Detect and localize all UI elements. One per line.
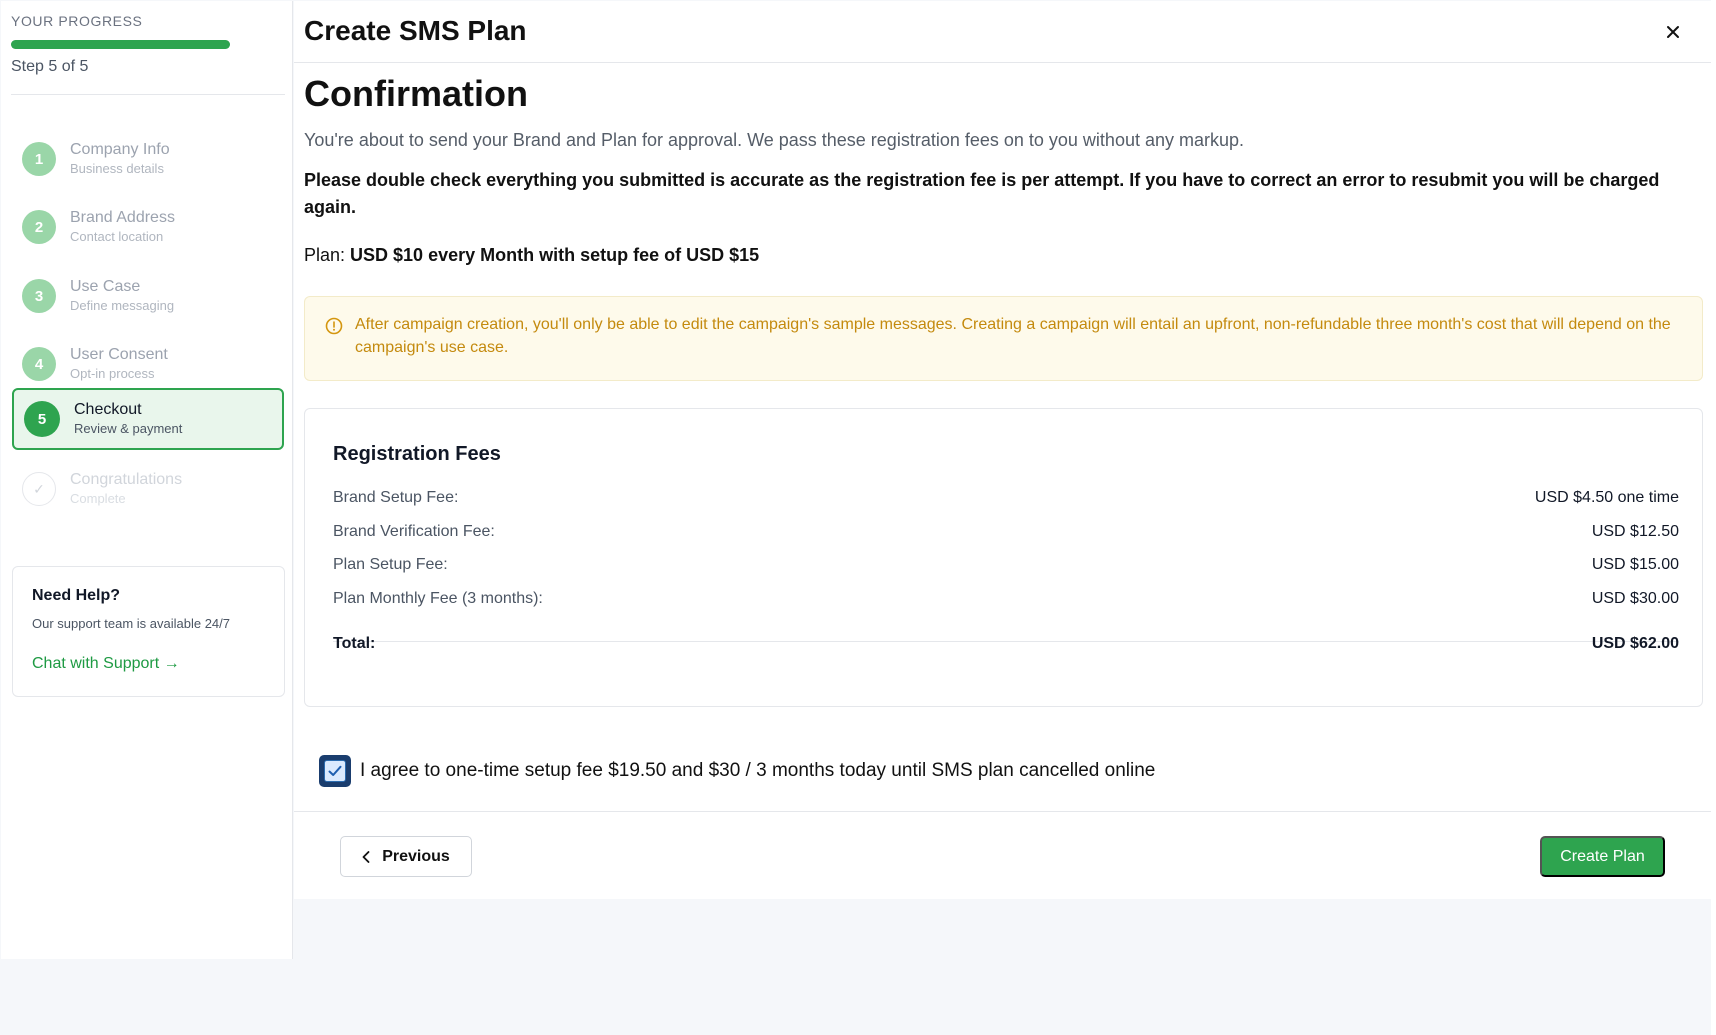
step-subtitle: Complete bbox=[70, 491, 126, 506]
previous-button[interactable]: Previous bbox=[340, 836, 472, 877]
previous-label: Previous bbox=[382, 847, 450, 865]
step-subtitle: Opt-in process bbox=[70, 366, 155, 381]
plan-summary: Plan: USD $10 every Month with setup fee… bbox=[304, 245, 759, 266]
progress-sidebar: YOUR PROGRESS Step 5 of 5 1 Company Info… bbox=[1, 1, 293, 959]
registration-fees-card: Registration Fees Brand Setup Fee: USD $… bbox=[304, 408, 1703, 707]
checkmark-icon bbox=[328, 765, 342, 776]
agreement-text[interactable]: I agree to one-time setup fee $19.50 and… bbox=[360, 760, 1155, 782]
step-congratulations: ✓ Congratulations Complete bbox=[12, 458, 284, 520]
fee-value: USD $4.50 one time bbox=[1534, 489, 1679, 506]
close-icon bbox=[1667, 26, 1679, 38]
step-number: 3 bbox=[22, 279, 56, 313]
step-subtitle: Review & payment bbox=[74, 421, 183, 436]
fee-total-row: Total: USD $62.00 bbox=[333, 633, 1679, 655]
plan-value: USD $10 every Month with setup fee of US… bbox=[350, 245, 760, 265]
progress-bar-fill bbox=[11, 40, 230, 49]
help-card: Need Help? Our support team is available… bbox=[12, 566, 285, 697]
step-user-consent[interactable]: 4 User Consent Opt-in process bbox=[12, 333, 284, 395]
step-number: 5 bbox=[24, 401, 60, 437]
fees-title: Registration Fees bbox=[333, 443, 501, 465]
step-title: User Consent bbox=[70, 346, 168, 363]
fee-value: USD $30.00 bbox=[1591, 590, 1679, 607]
help-title: Need Help? bbox=[32, 587, 121, 604]
agreement-checkbox[interactable] bbox=[319, 755, 351, 787]
fee-value: USD $12.50 bbox=[1591, 523, 1679, 540]
help-text: Our support team is available 24/7 bbox=[32, 616, 230, 631]
info-circle-icon bbox=[325, 317, 343, 335]
step-brand-address[interactable]: 2 Brand Address Contact location bbox=[12, 196, 284, 258]
step-number: 1 bbox=[22, 142, 56, 176]
alert-text: After campaign creation, you'll only be … bbox=[355, 316, 1671, 356]
modal-title: Create SMS Plan bbox=[304, 15, 527, 46]
plan-label: Plan: bbox=[304, 245, 351, 265]
step-title: Company Info bbox=[70, 141, 170, 158]
total-label: Total: bbox=[333, 635, 376, 652]
fee-label: Brand Setup Fee: bbox=[333, 489, 459, 506]
step-title: Use Case bbox=[70, 278, 141, 295]
fee-row: Plan Setup Fee: USD $15.00 bbox=[333, 554, 1679, 576]
step-use-case[interactable]: 3 Use Case Define messaging bbox=[12, 265, 284, 327]
modal-footer: Previous Create Plan bbox=[294, 811, 1711, 899]
modal-header: Create SMS Plan bbox=[294, 1, 1711, 63]
step-title: Congratulations bbox=[70, 471, 183, 488]
step-title: Brand Address bbox=[70, 209, 175, 226]
fee-row: Brand Setup Fee: USD $4.50 one time bbox=[333, 487, 1679, 509]
fee-label: Plan Monthly Fee (3 months): bbox=[333, 590, 543, 607]
fee-row: Brand Verification Fee: USD $12.50 bbox=[333, 521, 1679, 543]
intro-text: You're about to send your Brand and Plan… bbox=[304, 130, 1245, 150]
step-subtitle: Business details bbox=[70, 161, 164, 176]
step-subtitle: Define messaging bbox=[70, 298, 175, 313]
fee-label: Brand Verification Fee: bbox=[333, 523, 495, 540]
create-plan-button[interactable]: Create Plan bbox=[1540, 836, 1665, 877]
step-number: 4 bbox=[22, 347, 56, 381]
agreement-row: I agree to one-time setup fee $19.50 and… bbox=[319, 755, 1155, 787]
step-checkout[interactable]: 5 Checkout Review & payment bbox=[12, 388, 284, 450]
sidebar-divider bbox=[11, 94, 285, 95]
step-number: 2 bbox=[22, 210, 56, 244]
step-subtitle: Contact location bbox=[70, 229, 164, 244]
confirmation-heading: Confirmation bbox=[304, 73, 528, 114]
create-plan-panel: Create SMS Plan Confirmation You're abou… bbox=[294, 1, 1711, 899]
campaign-alert: After campaign creation, you'll only be … bbox=[304, 296, 1703, 381]
app-root: YOUR PROGRESS Step 5 of 5 1 Company Info… bbox=[0, 0, 1716, 1035]
page-scrollbar[interactable] bbox=[1711, 0, 1716, 1035]
progress-label: YOUR PROGRESS bbox=[11, 13, 143, 29]
step-title: Checkout bbox=[74, 401, 142, 418]
step-counter: Step 5 of 5 bbox=[11, 58, 89, 75]
total-value: USD $62.00 bbox=[1591, 635, 1679, 652]
fee-value: USD $15.00 bbox=[1591, 556, 1679, 573]
chat-with-support-link[interactable]: Chat with Support → bbox=[32, 655, 180, 673]
close-button[interactable] bbox=[1660, 19, 1686, 45]
fee-label: Plan Setup Fee: bbox=[333, 556, 448, 573]
chevron-left-icon bbox=[362, 850, 370, 863]
double-check-warning: Please double check everything you submi… bbox=[304, 170, 1660, 217]
step-company-info[interactable]: 1 Company Info Business details bbox=[12, 128, 284, 190]
fee-row: Plan Monthly Fee (3 months): USD $30.00 bbox=[333, 588, 1679, 610]
check-icon: ✓ bbox=[22, 472, 56, 506]
progress-bar bbox=[11, 40, 230, 49]
